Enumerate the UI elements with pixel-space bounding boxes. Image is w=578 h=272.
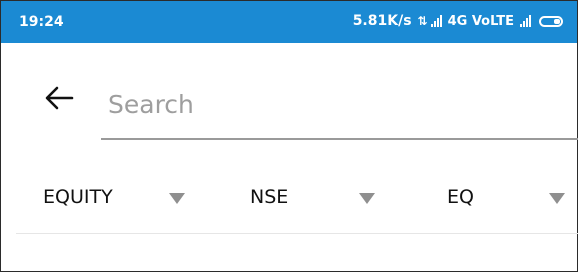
exchange-dropdown-label: NSE [250,186,289,208]
back-arrow-icon[interactable] [44,85,74,111]
network-label: 4G VoLTE [447,13,514,29]
series-dropdown-label: EQ [447,186,474,208]
status-indicators: 5.81K/s ⇅ 4G VoLTE [353,13,563,29]
battery-icon [539,15,563,27]
filter-row: EQUITY NSE EQ [0,180,578,224]
dropdown-caret-icon [359,193,375,204]
search-field[interactable] [101,80,578,140]
dropdown-caret-icon [169,193,185,204]
exchange-dropdown[interactable]: NSE [250,180,390,224]
series-dropdown[interactable]: EQ [447,180,575,224]
search-input[interactable] [108,90,548,119]
data-arrows-icon: ⇅ [417,14,428,28]
signal-icon [520,15,531,27]
divider [16,233,578,234]
segment-dropdown[interactable]: EQUITY [43,180,193,224]
net-speed: 5.81K/s [352,13,412,29]
dropdown-caret-icon [549,193,565,204]
segment-dropdown-label: EQUITY [43,186,113,208]
signal-icon [430,15,442,27]
status-bar: 19:24 5.81K/s ⇅ 4G VoLTE [1,1,577,43]
status-time: 19:24 [19,14,64,30]
